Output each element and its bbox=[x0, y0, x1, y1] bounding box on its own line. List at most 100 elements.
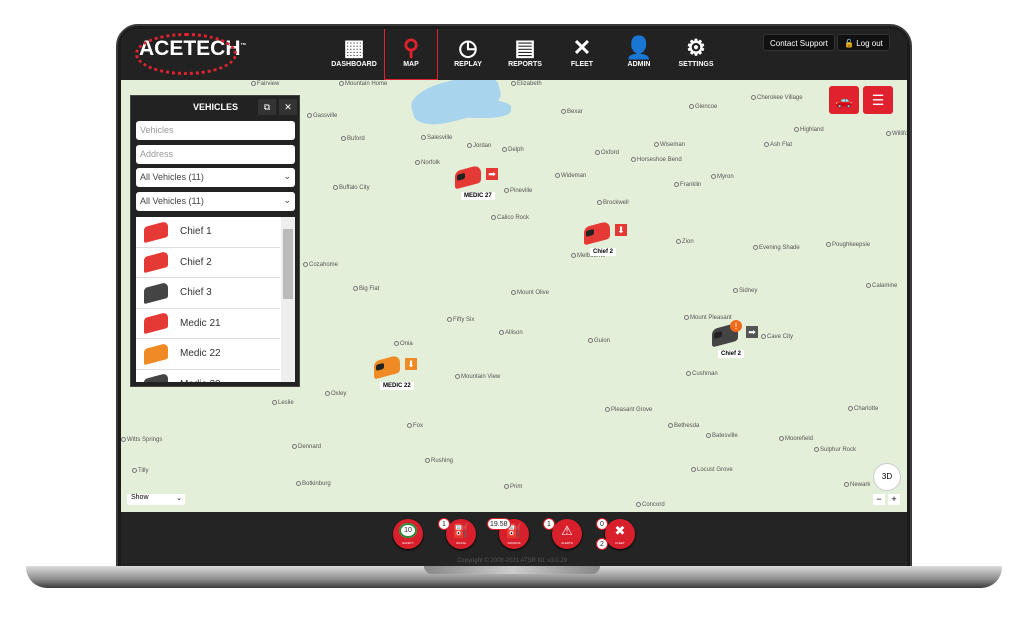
town-label: Cave City bbox=[761, 334, 793, 340]
show-select[interactable]: Show ⌄ bbox=[127, 494, 185, 505]
lake bbox=[451, 100, 511, 118]
vehicles-toggle-button[interactable]: 🚗 bbox=[829, 86, 859, 114]
town-label: Oxford bbox=[595, 150, 619, 156]
town-label: Highland bbox=[794, 127, 824, 133]
vehicle-list: Chief 1 Chief 2 Chief 3 Medic 21 Medic 22 Med… bbox=[136, 217, 295, 382]
town-label: Franklin bbox=[674, 182, 701, 188]
user-icon: 👤 bbox=[625, 35, 653, 60]
vehicle-filter-select[interactable]: All Vehicles (11) ⌄ bbox=[136, 168, 295, 187]
town-label: Newark bbox=[844, 482, 870, 488]
town-label: Guion bbox=[588, 338, 610, 344]
history-icon: ◷ bbox=[458, 35, 478, 60]
vehicle-marker[interactable]: ⬇ Chief 2 bbox=[584, 220, 627, 256]
town-label: Wiseman bbox=[654, 142, 685, 148]
town-label: Cherokee Village bbox=[751, 95, 803, 101]
town-label: Concord bbox=[636, 502, 665, 508]
town-label: Mount Pleasant bbox=[684, 315, 732, 321]
town-label: Fifty Six bbox=[447, 317, 474, 323]
town-label: Norfolk bbox=[415, 160, 440, 166]
vehicles-search-input[interactable]: Vehicles bbox=[136, 121, 295, 140]
vehicle-list-item[interactable]: Chief 3 bbox=[136, 278, 280, 309]
fuel-icon: ⛽ bbox=[452, 523, 470, 538]
town-label: Evening Shade bbox=[753, 245, 800, 251]
vehicle-group-select[interactable]: All Vehicles (11) ⌄ bbox=[136, 192, 295, 211]
vehicle-label: Chief 2 bbox=[718, 350, 745, 358]
vehicle-marker[interactable]: ⬇ MEDIC 22 bbox=[374, 354, 417, 390]
nav-admin[interactable]: 👤 ADMIN bbox=[612, 29, 666, 80]
van-icon bbox=[374, 354, 400, 380]
fleet-button[interactable]: ✖ FLEET bbox=[605, 519, 635, 549]
town-label: Delph bbox=[502, 147, 524, 153]
vehicle-name: Chief 1 bbox=[180, 226, 212, 238]
popout-button[interactable]: ⧉ bbox=[258, 99, 276, 115]
vehicle-name: Medic 21 bbox=[180, 317, 221, 329]
vehicle-name: Medic 22 bbox=[180, 348, 221, 360]
zoom-out-button[interactable]: − bbox=[873, 494, 885, 505]
alerts-button[interactable]: ⚠ ALERTS bbox=[552, 519, 582, 549]
vehicle-list-item[interactable]: Chief 2 bbox=[136, 248, 280, 278]
town-label: Salesville bbox=[421, 135, 452, 141]
vehicles-panel: VEHICLES ⧉ ✕ Vehicles Address All Vehicl… bbox=[130, 95, 300, 387]
panel-title: VEHICLES bbox=[193, 102, 239, 112]
town-label: Oxley bbox=[325, 391, 346, 397]
van-icon bbox=[144, 281, 168, 304]
close-icon: ✕ bbox=[284, 102, 292, 112]
vehicle-list-item[interactable]: Medic 21 bbox=[136, 309, 280, 339]
nav-replay[interactable]: ◷ REPLAY bbox=[441, 29, 495, 80]
town-label: Fairview bbox=[251, 81, 279, 87]
alerts-badge: 1 bbox=[543, 518, 555, 530]
vehicle-list-item[interactable]: Medic 23 bbox=[136, 370, 280, 382]
nav-fleet[interactable]: ✕ FLEET bbox=[555, 29, 609, 80]
idling-button[interactable]: ⛽ IDLING bbox=[446, 519, 476, 549]
contact-support-button[interactable]: Contact Support bbox=[763, 34, 835, 51]
vehicle-marker[interactable]: ➡ MEDIC 27 bbox=[455, 164, 498, 200]
logout-button[interactable]: 🔓 Log out bbox=[837, 34, 890, 51]
scrollbar[interactable] bbox=[281, 217, 295, 382]
arrow-right-icon: ➡ bbox=[746, 326, 758, 338]
external-link-icon: ⧉ bbox=[263, 102, 271, 112]
compass-3d-button[interactable]: 3D bbox=[873, 463, 901, 491]
town-label: Buffalo City bbox=[333, 185, 370, 191]
vehicle-list-item[interactable]: Medic 22 bbox=[136, 339, 280, 370]
filter-settings-button[interactable]: ☰ bbox=[863, 86, 893, 114]
town-label: Williford bbox=[886, 131, 907, 137]
town-label: Sulphur Rock bbox=[814, 447, 856, 453]
town-label: Bethesda bbox=[668, 423, 699, 429]
vehicle-list-item[interactable]: Chief 1 bbox=[136, 217, 280, 248]
safety-button[interactable]: 10 SAFETY bbox=[393, 519, 423, 549]
chevron-down-icon: ⌄ bbox=[283, 171, 291, 181]
town-label: Glencoe bbox=[689, 104, 717, 110]
town-label: Myron bbox=[711, 174, 734, 180]
town-label: Brockwell bbox=[597, 200, 629, 206]
town-label: Moorefield bbox=[779, 436, 813, 442]
report-icon: ▤ bbox=[514, 35, 536, 60]
vehicle-name: Medic 23 bbox=[180, 379, 221, 382]
warning-icon: ⚠ bbox=[561, 523, 573, 538]
town-label: Batesville bbox=[706, 433, 738, 439]
town-label: Poughkeepsie bbox=[826, 242, 870, 248]
alert-icon: ! bbox=[730, 320, 742, 332]
nav-reports[interactable]: ▤ REPORTS bbox=[498, 29, 552, 80]
arrow-down-icon: ⬇ bbox=[615, 224, 627, 236]
map-pin-icon: ⚲ bbox=[402, 35, 420, 60]
vehicle-marker[interactable]: ! ➡ Chief 2 bbox=[712, 320, 758, 358]
town-label: Calamine bbox=[866, 283, 897, 289]
tools-icon: ✖ bbox=[614, 523, 626, 538]
town-label: Botkinburg bbox=[296, 481, 331, 487]
vehicle-label: MEDIC 27 bbox=[461, 192, 495, 200]
nav-settings[interactable]: ⚙ SETTINGS bbox=[669, 29, 723, 80]
town-label: Rushing bbox=[425, 458, 453, 464]
town-label: Ash Flat bbox=[764, 142, 792, 148]
town-label: Mountain Home bbox=[339, 81, 387, 87]
nav-map[interactable]: ⚲ MAP bbox=[384, 29, 438, 80]
close-button[interactable]: ✕ bbox=[279, 99, 297, 115]
town-label: Bexar bbox=[561, 109, 583, 115]
fleet-badge-secondary: 2 bbox=[596, 538, 608, 550]
vehicle-label: MEDIC 22 bbox=[380, 382, 414, 390]
idling-badge: 1 bbox=[438, 518, 450, 530]
address-search-input[interactable]: Address bbox=[136, 145, 295, 164]
van-icon bbox=[144, 342, 168, 365]
nav-dashboard[interactable]: ▦ DASHBOARD bbox=[327, 29, 381, 80]
zoom-in-button[interactable]: + bbox=[888, 494, 900, 505]
town-label: Leslie bbox=[272, 400, 294, 406]
